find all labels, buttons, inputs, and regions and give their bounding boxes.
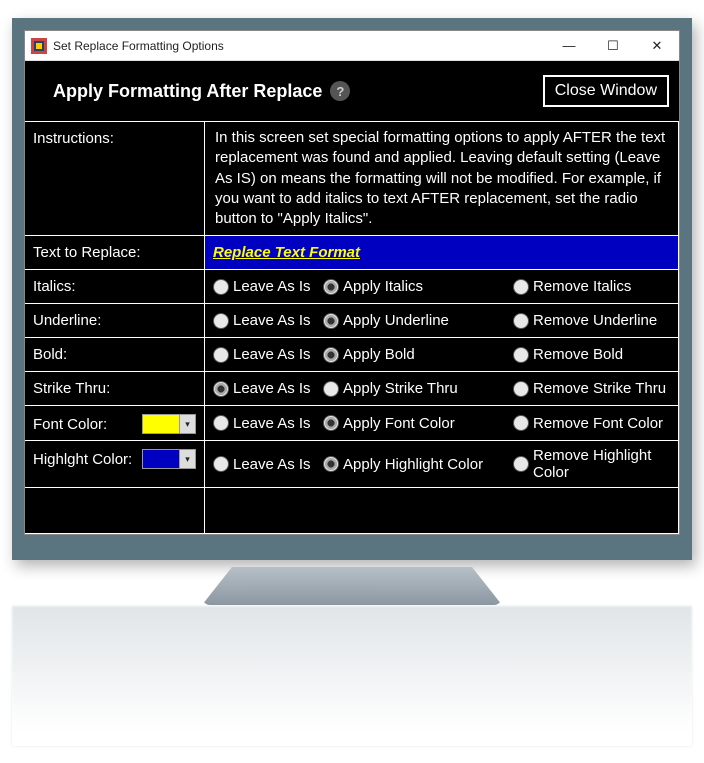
header-row: Apply Formatting After Replace ? Close W… [25,61,679,121]
italics-remove[interactable]: Remove Italics [513,278,670,295]
highlight-color-apply[interactable]: Apply Highlight Color [323,456,513,473]
titlebar: Set Replace Formatting Options — ☐ ✕ [25,31,679,61]
monitor-frame: Set Replace Formatting Options — ☐ ✕ App… [12,18,692,560]
text-to-replace-label: Text to Replace: [25,236,205,270]
bold-options: Leave As Is Apply Bold Remove Bold [205,338,679,372]
radio-icon [513,279,529,295]
font-color-picker[interactable]: ▾ [142,414,196,434]
bold-leave[interactable]: Leave As Is [213,346,323,363]
radio-icon [513,313,529,329]
close-window-button[interactable]: ✕ [635,32,679,60]
radio-icon [323,313,339,329]
bold-remove[interactable]: Remove Bold [513,346,670,363]
bold-label: Bold: [25,338,205,372]
instructions-label: Instructions: [25,122,205,236]
app-icon [31,38,47,54]
radio-icon [513,456,529,472]
underline-leave[interactable]: Leave As Is [213,312,323,329]
strike-label: Strike Thru: [25,372,205,406]
underline-label: Underline: [25,304,205,338]
page-title-text: Apply Formatting After Replace [53,81,322,102]
radio-icon [323,381,339,397]
replace-text-format[interactable]: Replace Text Format [205,236,679,270]
radio-icon [213,456,229,472]
radio-icon [213,279,229,295]
radio-icon [213,313,229,329]
highlight-color-picker[interactable]: ▾ [142,449,196,469]
window-title: Set Replace Formatting Options [53,39,547,53]
bottom-pad [205,488,679,534]
radio-icon [213,415,229,431]
highlight-color-options: Leave As Is Apply Highlight Color Remove… [205,441,679,488]
empty-cell [25,488,205,534]
app-body: Apply Formatting After Replace ? Close W… [25,61,679,534]
form-grid: Instructions: In this screen set special… [25,121,679,534]
maximize-button[interactable]: ☐ [591,32,635,60]
italics-label: Italics: [25,270,205,304]
radio-icon [323,415,339,431]
font-color-leave[interactable]: Leave As Is [213,415,323,432]
strike-remove[interactable]: Remove Strike Thru [513,380,670,397]
page-title: Apply Formatting After Replace ? [53,81,350,102]
font-color-remove[interactable]: Remove Font Color [513,415,670,432]
font-color-swatch [143,415,179,433]
help-icon[interactable]: ? [330,81,350,101]
radio-icon [513,415,529,431]
font-color-options: Leave As Is Apply Font Color Remove Font… [205,406,679,441]
highlight-color-label-text: Highlght Color: [33,451,132,468]
italics-leave[interactable]: Leave As Is [213,278,323,295]
radio-icon [513,381,529,397]
app-window: Set Replace Formatting Options — ☐ ✕ App… [24,30,680,535]
chevron-down-icon[interactable]: ▾ [179,415,195,433]
close-button[interactable]: Close Window [543,75,669,107]
highlight-color-swatch [143,450,179,468]
font-color-apply[interactable]: Apply Font Color [323,415,513,432]
radio-icon [513,347,529,363]
minimize-button[interactable]: — [547,32,591,60]
font-color-label-text: Font Color: [33,416,107,433]
radio-icon [323,347,339,363]
strike-apply[interactable]: Apply Strike Thru [323,380,513,397]
italics-options: Leave As Is Apply Italics Remove Italics [205,270,679,304]
underline-remove[interactable]: Remove Underline [513,312,670,329]
radio-icon [323,456,339,472]
radio-icon [323,279,339,295]
reflection [12,606,692,746]
underline-apply[interactable]: Apply Underline [323,312,513,329]
strike-leave[interactable]: Leave As Is [213,380,323,397]
highlight-color-leave[interactable]: Leave As Is [213,456,323,473]
strike-options: Leave As Is Apply Strike Thru Remove Str… [205,372,679,406]
font-color-label: Font Color: ▾ [25,406,205,441]
italics-apply[interactable]: Apply Italics [323,278,513,295]
instructions-text: In this screen set special formatting op… [205,122,679,236]
bold-apply[interactable]: Apply Bold [323,346,513,363]
window-controls: — ☐ ✕ [547,32,679,60]
radio-icon [213,347,229,363]
underline-options: Leave As Is Apply Underline Remove Under… [205,304,679,338]
chevron-down-icon[interactable]: ▾ [179,450,195,468]
highlight-color-label: Highlght Color: ▾ [25,441,205,488]
highlight-color-remove[interactable]: Remove Highlight Color [513,447,670,481]
monitor-stand [202,567,502,605]
radio-icon [213,381,229,397]
